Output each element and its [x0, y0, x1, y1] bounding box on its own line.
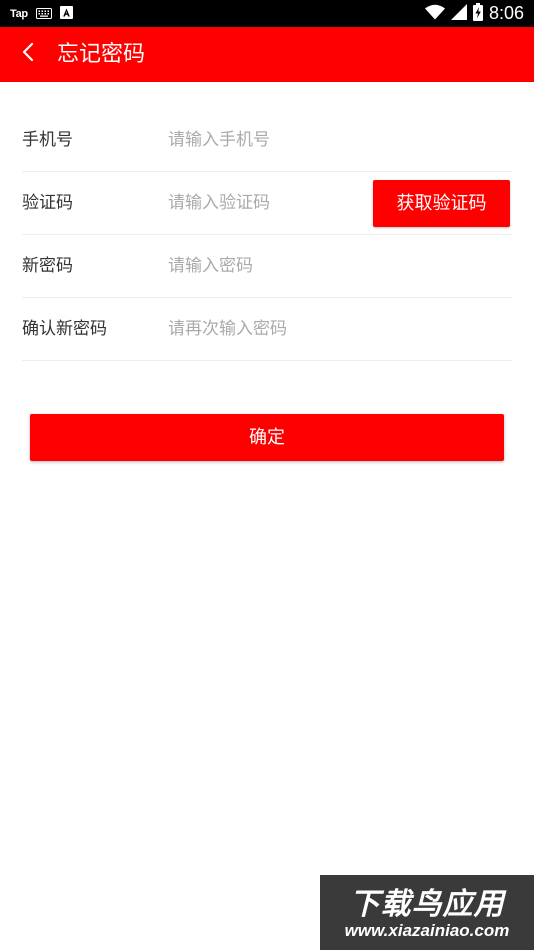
- status-bar: Tap 8:06: [0, 0, 534, 27]
- a-box-icon: [59, 4, 73, 23]
- confirm-button[interactable]: 确定: [30, 414, 504, 461]
- confirm-password-label: 确认新密码: [22, 319, 107, 339]
- chevron-left-icon: [21, 42, 35, 66]
- status-app-label: Tap: [10, 7, 28, 20]
- status-left-group: Tap: [10, 0, 73, 27]
- keyboard-icon: [35, 4, 52, 23]
- watermark-logo: 下载鸟应用 www.xiazainiao.com: [320, 875, 534, 950]
- phone-row: 手机号: [22, 109, 512, 172]
- page-title: 忘记密码: [57, 42, 146, 67]
- confirm-password-row: 确认新密码: [22, 298, 512, 361]
- forgot-password-form: 手机号 验证码 获取验证码 新密码 确认新密码: [22, 109, 512, 361]
- confirm-password-input[interactable]: [168, 314, 368, 344]
- code-row: 验证码 获取验证码: [22, 172, 512, 235]
- code-label: 验证码: [22, 193, 73, 213]
- signal-icon: [450, 3, 467, 24]
- phone-label: 手机号: [22, 130, 73, 150]
- watermark-title: 下载鸟应用: [349, 887, 505, 922]
- new-password-input[interactable]: [168, 251, 368, 281]
- new-password-row: 新密码: [22, 235, 512, 298]
- code-input[interactable]: [168, 188, 368, 218]
- app-bar: 忘记密码: [0, 27, 534, 82]
- get-code-button[interactable]: 获取验证码: [373, 180, 510, 227]
- phone-input[interactable]: [168, 125, 368, 155]
- battery-charging-icon: [472, 2, 483, 25]
- status-right-group: 8:06: [424, 0, 524, 27]
- watermark-url: www.xiazainiao.com: [344, 921, 510, 940]
- status-clock: 8:06: [488, 3, 524, 23]
- new-password-label: 新密码: [22, 256, 73, 276]
- back-button[interactable]: [8, 33, 48, 75]
- wifi-icon: [424, 4, 445, 24]
